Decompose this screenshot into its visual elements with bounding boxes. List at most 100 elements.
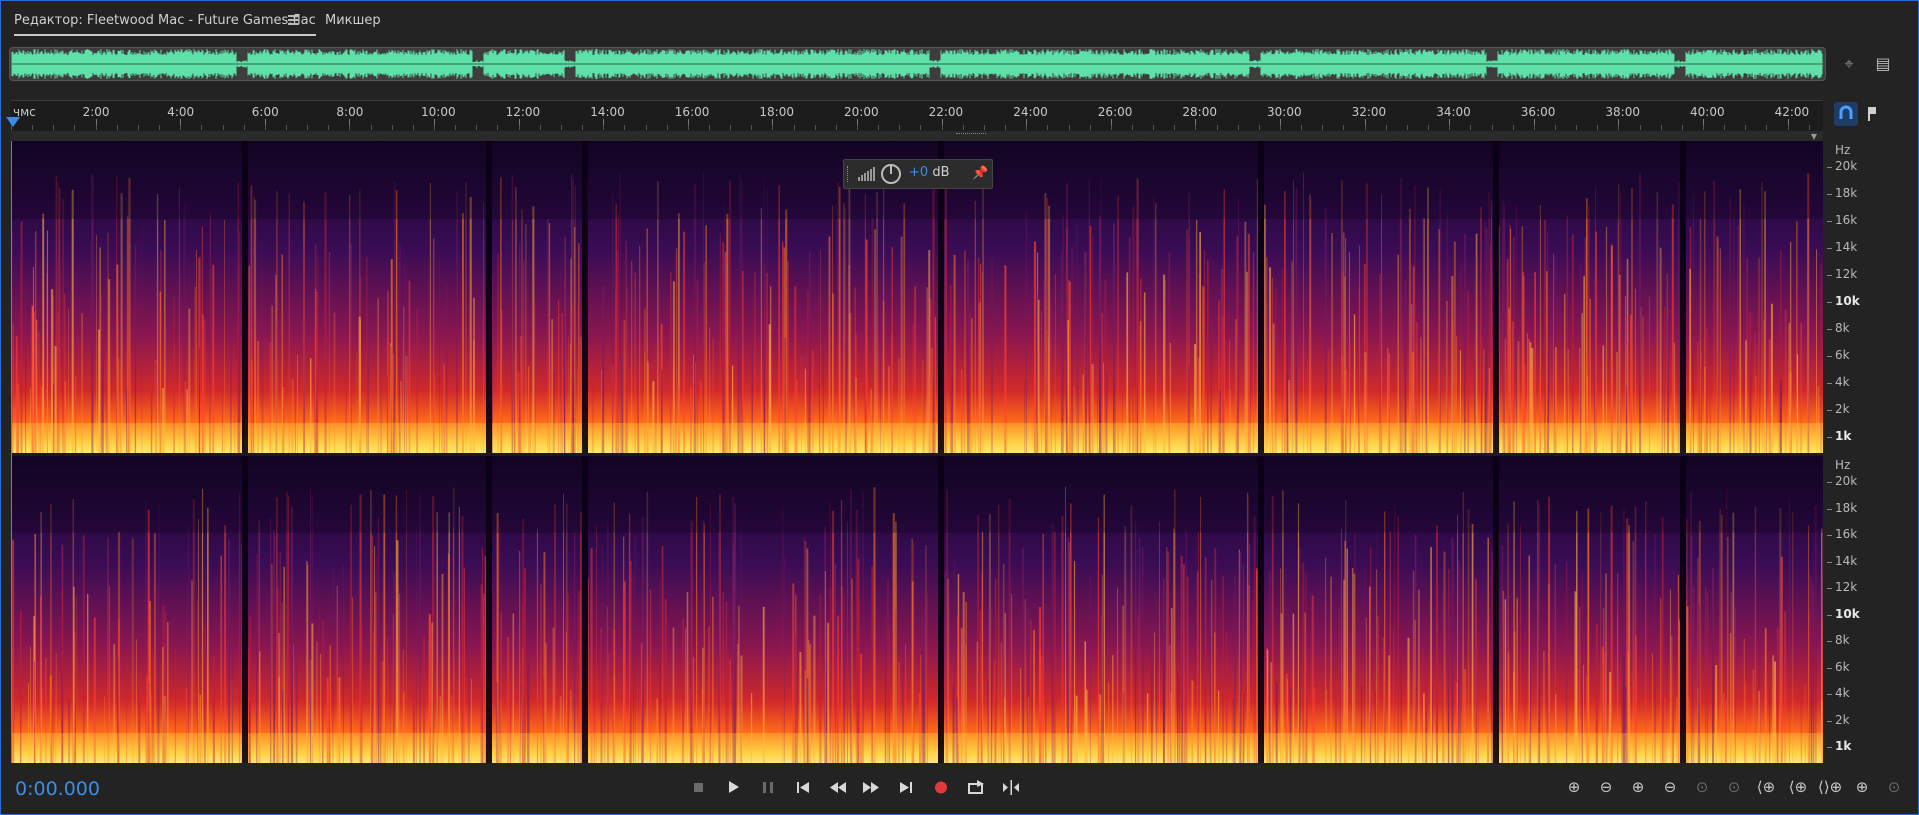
ruler-minor-tick [1131,125,1133,130]
volume-knob-icon[interactable] [880,163,902,185]
ruler-minor-tick [201,125,203,130]
spectrogram-channel-right[interactable] [11,456,1823,763]
ruler-minor-tick [264,125,266,130]
ruler-minor-tick [899,125,901,130]
tab-editor[interactable]: Редактор: Fleetwood Mac - Future Games.f… [14,13,316,36]
ruler-minor-tick [1301,125,1303,130]
record-icon[interactable] [929,775,953,799]
rewind-icon[interactable] [826,775,850,799]
ruler-minor-tick [687,125,689,130]
ruler-minor-tick [307,125,309,130]
gain-readout[interactable]: +0 dB [909,165,949,180]
frequency-tick-label: 2k [1835,402,1850,416]
frequency-tick [1827,508,1832,510]
frequency-tick [1827,221,1832,222]
frequency-tick [1827,614,1832,616]
frequency-tick [1827,248,1832,249]
tab-mixer[interactable]: Микшер [325,13,381,28]
ruler-minor-tick [1597,125,1599,130]
chevron-down-icon[interactable]: ▼ [1811,132,1817,141]
zoom-to-right-icon[interactable]: ⟨⊕ [1785,775,1811,799]
frequency-unit-label: Hz [1835,458,1851,472]
ruler-minor-tick [624,125,626,130]
ruler-minor-tick [1153,125,1155,130]
ruler-tick-label: 16:00 [674,105,710,119]
ruler-minor-tick [1195,125,1197,130]
ruler-tick-label: 22:00 [928,105,964,119]
ruler-minor-tick [1385,125,1387,130]
ruler-minor-tick [751,125,753,130]
ruler-minor-tick [1554,125,1556,130]
ruler-minor-tick [1533,125,1535,130]
play-icon[interactable] [721,775,745,799]
ruler-minor-tick [1258,125,1260,130]
frequency-tick [1827,588,1832,589]
ruler-minor-tick [1470,125,1472,130]
ruler-minor-tick [920,125,922,130]
stop-icon[interactable] [686,775,710,799]
ruler-minor-tick [518,125,520,130]
current-time-display[interactable]: 0:00.000 [15,778,100,800]
scrollbar-grip[interactable] [956,133,986,138]
ruler-minor-tick [455,125,457,130]
loop-output-icon[interactable] [964,775,988,799]
zoom-out-time-icon[interactable]: ⊖ [1657,775,1683,799]
skip-selection-icon[interactable] [999,775,1023,799]
zoom-all-icon[interactable]: ⊙ [1881,775,1907,799]
pause-icon[interactable] [756,775,780,799]
marker-icon[interactable] [1860,102,1884,126]
panel-menu-icon[interactable] [288,15,299,25]
ruler-minor-tick [835,125,837,130]
ruler-minor-tick [1280,125,1281,130]
overview-waveform[interactable] [9,47,1826,81]
frequency-tick [1827,356,1832,357]
frequency-tick-label: 8k [1835,321,1850,335]
frequency-tick [1827,437,1832,438]
zoom-out-amplitude-icon[interactable]: ⊖ [1593,775,1619,799]
ruler-tick-label: 20:00 [844,105,879,119]
zoom-navigator-icon[interactable]: ⌖ [1838,53,1860,75]
frequency-tick [1827,535,1832,536]
ruler-minor-tick [1428,125,1430,130]
ruler-minor-tick [116,125,118,130]
ruler-minor-tick [391,125,393,130]
horizontal-scrollbar[interactable]: ▼ [11,131,1823,141]
ruler-minor-tick [560,125,562,130]
zoom-in-time-icon[interactable]: ⊕ [1625,775,1651,799]
ruler-minor-tick [1787,125,1789,130]
frequency-tick-label: 14k [1835,240,1858,254]
pin-icon[interactable]: 📌 [972,166,988,181]
zoom-to-selection-icon[interactable]: ⟨⟩⊕ [1817,775,1843,799]
level-meter-icon [858,167,875,181]
overview-waveform-graphic [10,49,1825,79]
frequency-tick [1827,694,1832,695]
frequency-tick-label: 20k [1835,474,1858,488]
ruler-minor-tick [1005,125,1007,130]
zoom-full-icon[interactable]: ⊕ [1849,775,1875,799]
ruler-minor-tick [730,125,732,130]
zoom-in-selection-icon[interactable]: ⊙ [1721,775,1747,799]
view-menu-icon[interactable]: ▤ [1872,53,1894,75]
ruler-minor-tick [857,125,858,130]
snap-magnet-icon[interactable] [1834,102,1858,126]
time-ruler[interactable]: чмс 2:00 4:00 6:00 8:00 10:00 12:00 14:00 16:00… [11,100,1823,131]
skip-to-end-icon[interactable] [894,775,918,799]
frequency-tick [1827,482,1832,483]
ruler-minor-tick [349,125,351,130]
zoom-to-left-icon[interactable]: ⟨⊕ [1753,775,1779,799]
frequency-tick [1827,561,1832,563]
hud-drag-handle[interactable] [847,166,851,182]
ruler-minor-tick [1618,125,1620,130]
zoom-reset-icon[interactable]: ⊙ [1689,775,1715,799]
frequency-tick [1827,275,1832,276]
playhead-marker[interactable] [6,117,20,127]
frequency-tick-label: 16k [1835,213,1858,227]
skip-to-start-icon[interactable] [791,775,815,799]
zoom-in-amplitude-icon[interactable]: ⊕ [1561,775,1587,799]
amplitude-hud[interactable]: +0 dB 📌 [843,159,993,189]
ruler-tick-label: 24:00 [1013,105,1048,119]
ruler-minor-tick [1026,125,1028,130]
ruler-tick-label: 4:00 [167,105,195,119]
panel-tabs: Редактор: Fleetwood Mac - Future Games.f… [1,1,1918,41]
fast-forward-icon[interactable] [859,775,883,799]
